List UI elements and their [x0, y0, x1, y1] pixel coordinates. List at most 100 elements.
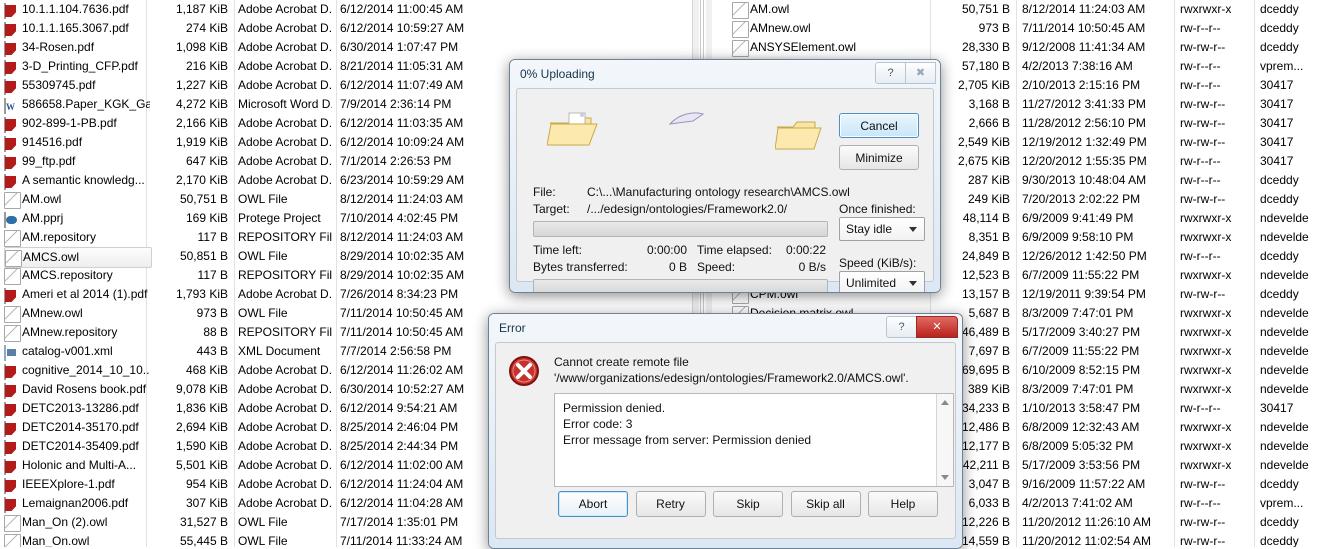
- file-name-cell[interactable]: AMnew.owl: [732, 19, 932, 38]
- help-icon[interactable]: ?: [875, 62, 906, 84]
- file-name-cell[interactable]: David Rosens book.pdf: [4, 380, 150, 399]
- table-row[interactable]: 10.1.1.104.7636.pdf 1,187 KiB Adobe Acroba…: [0, 0, 692, 19]
- error-titlebar-buttons[interactable]: ? ✕: [886, 316, 958, 338]
- file-date-cell: 6/12/2014 11:02:00 AM: [340, 458, 464, 472]
- file-size-cell: 647 KiB: [185, 154, 228, 168]
- cancel-button[interactable]: Cancel: [839, 113, 919, 138]
- file-size-cell: 48,114 B: [962, 211, 1010, 225]
- error-dialog-buttons[interactable]: Abort Retry Skip Skip all Help: [558, 491, 938, 517]
- file-name-cell[interactable]: Lemaignan2006.pdf: [4, 494, 150, 513]
- file-date-cell: 7/20/2013 2:02:22 PM: [1022, 192, 1141, 206]
- file-name-cell[interactable]: Holonic and Multi-A...: [4, 456, 150, 475]
- minimize-button[interactable]: Minimize: [839, 145, 919, 170]
- upload-progress-dialog[interactable]: 0% Uploading ? ✖ File: C:\...\Manufactur…: [509, 59, 941, 293]
- file-date-cell: 11/20/2012 11:02:54 AM: [1022, 534, 1151, 547]
- retry-button[interactable]: Retry: [635, 491, 706, 517]
- skip-button[interactable]: Skip: [713, 491, 783, 517]
- file-type-cell: Adobe Acrobat D...: [238, 382, 332, 396]
- error-details-box[interactable]: Permission denied. Error code: 3 Error mes…: [554, 393, 954, 487]
- scroll-down-icon[interactable]: [941, 475, 949, 480]
- file-name-cell[interactable]: AMCS.repository: [4, 266, 150, 285]
- file-name-cell[interactable]: AMnew.repository: [4, 323, 150, 342]
- file-name-cell[interactable]: IEEEXplore-1.pdf: [4, 475, 150, 494]
- file-name-cell[interactable]: 34-Rosen.pdf: [4, 38, 150, 57]
- table-row[interactable]: 34-Rosen.pdf 1,098 KiB Adobe Acrobat D... 6…: [0, 38, 692, 57]
- abort-button[interactable]: Abort: [558, 491, 628, 517]
- error-dialog[interactable]: Error ? ✕ Cannot create remote file '/ww…: [488, 313, 963, 549]
- table-row[interactable]: 10.1.1.165.3067.pdf 274 KiB Adobe Acrobat …: [0, 19, 692, 38]
- file-type-cell: Adobe Acrobat D...: [238, 496, 332, 510]
- file-owner-cell: ndevelde: [1260, 458, 1309, 472]
- error-details-scrollbar[interactable]: [936, 394, 953, 486]
- help-icon[interactable]: ?: [886, 316, 917, 338]
- file-size-cell: 443 B: [196, 344, 228, 358]
- file-date-cell: 6/9/2009 9:41:49 PM: [1022, 211, 1134, 225]
- close-icon[interactable]: ✕: [916, 316, 958, 338]
- file-name-label: AM.pprj: [22, 211, 64, 225]
- table-row[interactable]: AMnew.owl 973 B 7/11/2014 10:50:45 AM rw-r-…: [712, 19, 1319, 38]
- file-name-label: AM.repository: [22, 230, 97, 244]
- file-name-cell[interactable]: AM.owl: [732, 0, 932, 19]
- file-name-cell[interactable]: 99_ftp.pdf: [4, 152, 150, 171]
- file-date-cell: 12/19/2012 1:32:49 PM: [1022, 135, 1147, 149]
- file-date-cell: 9/30/2013 10:48:04 AM: [1022, 173, 1147, 187]
- skip-all-button[interactable]: Skip all: [790, 491, 861, 517]
- file-name-cell[interactable]: Ameri et al 2014 (1).pdf: [4, 285, 150, 304]
- destination-folder-icon: [775, 119, 825, 155]
- speed-label: Speed:: [697, 260, 736, 274]
- file-type-cell: Adobe Acrobat D...: [238, 420, 332, 434]
- file-name-cell[interactable]: 3-D_Printing_CFP.pdf: [4, 57, 150, 76]
- file-name-cell[interactable]: DETC2014-35170.pdf: [4, 418, 150, 437]
- error-dialog-title: Error: [499, 321, 526, 335]
- speed-limit-select[interactable]: Unlimited: [839, 271, 925, 292]
- error-dialog-titlebar[interactable]: Error ? ✕: [489, 314, 962, 342]
- file-date-cell: 6/12/2014 11:03:35 AM: [340, 116, 464, 130]
- file-name-label: Ameri et al 2014 (1).pdf: [22, 287, 148, 301]
- file-name-cell[interactable]: 586658.Paper_KGK_Ga...: [4, 95, 150, 114]
- file-name-cell[interactable]: AMnew.owl: [4, 304, 150, 323]
- file-name-cell[interactable]: DETC2014-35409.pdf: [4, 437, 150, 456]
- file-owner-cell: 30417: [1260, 78, 1294, 92]
- file-name-cell[interactable]: 902-899-1-PB.pdf: [4, 114, 150, 133]
- file-name-cell[interactable]: ANSYSElement.owl: [732, 38, 932, 57]
- file-name-cell[interactable]: A semantic knowledg...: [4, 171, 150, 190]
- file-permissions-cell: rwxrwxr-x: [1180, 306, 1232, 320]
- table-row[interactable]: ANSYSElement.owl 28,330 B 9/12/2008 11:41:…: [712, 38, 1319, 57]
- file-size-cell: 3,168 B: [968, 97, 1010, 111]
- pdf-file-icon: [4, 440, 6, 456]
- close-icon[interactable]: ✖: [905, 62, 936, 84]
- file-name-cell[interactable]: 10.1.1.165.3067.pdf: [4, 19, 150, 38]
- file-name-cell[interactable]: Man_On (2).owl: [4, 513, 150, 532]
- file-size-cell: 9,078 KiB: [175, 382, 228, 396]
- file-date-cell: 6/10/2009 8:52:15 PM: [1022, 363, 1141, 377]
- file-name-cell[interactable]: cognitive_2014_10_10...: [4, 361, 150, 380]
- file-name-cell[interactable]: catalog-v001.xml: [4, 342, 150, 361]
- once-finished-select[interactable]: Stay idle: [839, 217, 925, 241]
- file-size-cell: 216 KiB: [185, 59, 228, 73]
- file-date-cell: 7/11/2014 10:50:45 AM: [340, 306, 464, 320]
- upload-titlebar-buttons[interactable]: ? ✖: [875, 62, 936, 84]
- file-name-cell[interactable]: 55309745.pdf: [4, 76, 150, 95]
- file-date-cell: 6/8/2009 5:05:32 PM: [1022, 439, 1134, 453]
- file-name-cell[interactable]: DETC2013-13286.pdf: [4, 399, 150, 418]
- file-permissions-cell: rwxrwxr-x: [1180, 211, 1232, 225]
- file-name-cell[interactable]: 914516.pdf: [4, 133, 150, 152]
- file-name-cell[interactable]: AMCS.owl: [4, 247, 152, 268]
- file-name-label: AMnew.owl: [750, 21, 811, 35]
- file-owner-cell: dceddy: [1260, 249, 1299, 263]
- file-permissions-cell: rwxrwxr-x: [1180, 439, 1232, 453]
- upload-dialog-titlebar[interactable]: 0% Uploading ? ✖: [510, 60, 940, 88]
- file-name-cell[interactable]: 10.1.1.104.7636.pdf: [4, 0, 150, 19]
- transfer-arrow-icon: [669, 111, 705, 127]
- file-name-cell[interactable]: AM.repository: [4, 228, 150, 247]
- file-size-cell: 973 B: [196, 306, 228, 320]
- file-size-cell: 2,675 KiB: [957, 154, 1010, 168]
- help-button[interactable]: Help: [868, 491, 938, 517]
- file-name-cell[interactable]: Man_On.owl: [4, 532, 150, 547]
- file-name-cell[interactable]: AM.owl: [4, 190, 150, 209]
- scroll-up-icon[interactable]: [941, 400, 949, 405]
- pdf-file-icon: [4, 383, 6, 399]
- file-owner-cell: dceddy: [1260, 515, 1299, 529]
- file-name-cell[interactable]: AM.pprj: [4, 209, 150, 228]
- table-row[interactable]: AM.owl 50,751 B 8/12/2014 11:24:03 AM rwxrw…: [712, 0, 1319, 19]
